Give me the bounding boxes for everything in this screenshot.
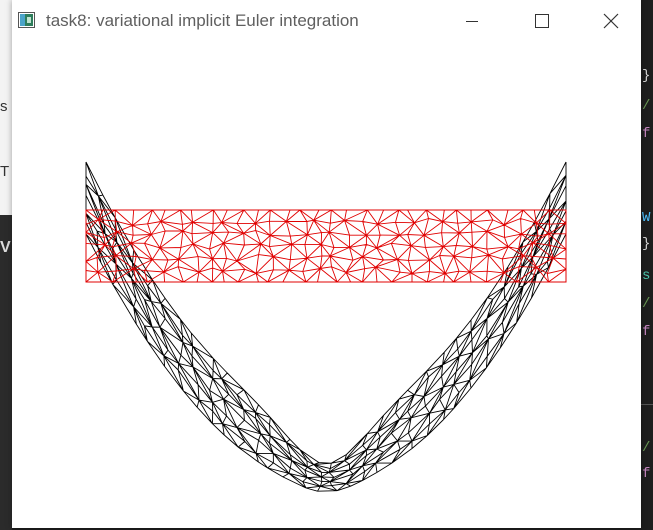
window-title: task8: variational implicit Euler integr…	[46, 11, 359, 30]
background-text-fragment: T	[0, 163, 10, 180]
code-fragment: }	[642, 68, 651, 84]
minimize-icon	[466, 21, 478, 22]
simulation-canvas[interactable]	[12, 42, 641, 528]
minimize-button[interactable]	[449, 0, 495, 42]
code-fragment: /	[642, 296, 651, 312]
close-icon	[603, 13, 619, 29]
background-code-editor: } / f W } s / f / f	[641, 0, 653, 530]
maximize-icon	[535, 14, 549, 28]
code-fragment: s	[642, 268, 651, 284]
code-fragment: f	[642, 126, 651, 142]
code-fragment: /	[642, 440, 651, 456]
mesh-viewport	[12, 42, 641, 528]
title-bar[interactable]: task8: variational implicit Euler integr…	[12, 0, 641, 42]
background-text-fragment: s	[0, 98, 8, 115]
code-fragment: }	[642, 236, 651, 252]
code-fragment: /	[642, 98, 651, 114]
code-fragment: f	[642, 466, 651, 482]
canvas-background	[12, 42, 641, 528]
background-text-fragment: V	[0, 239, 11, 256]
background-panel-left: V	[0, 215, 12, 530]
divider	[641, 404, 653, 405]
close-button[interactable]	[587, 0, 633, 42]
code-fragment: f	[642, 324, 651, 340]
code-fragment: W	[642, 210, 651, 226]
maximize-button[interactable]	[518, 0, 564, 42]
app-icon	[18, 12, 35, 28]
app-window: task8: variational implicit Euler integr…	[12, 0, 641, 528]
